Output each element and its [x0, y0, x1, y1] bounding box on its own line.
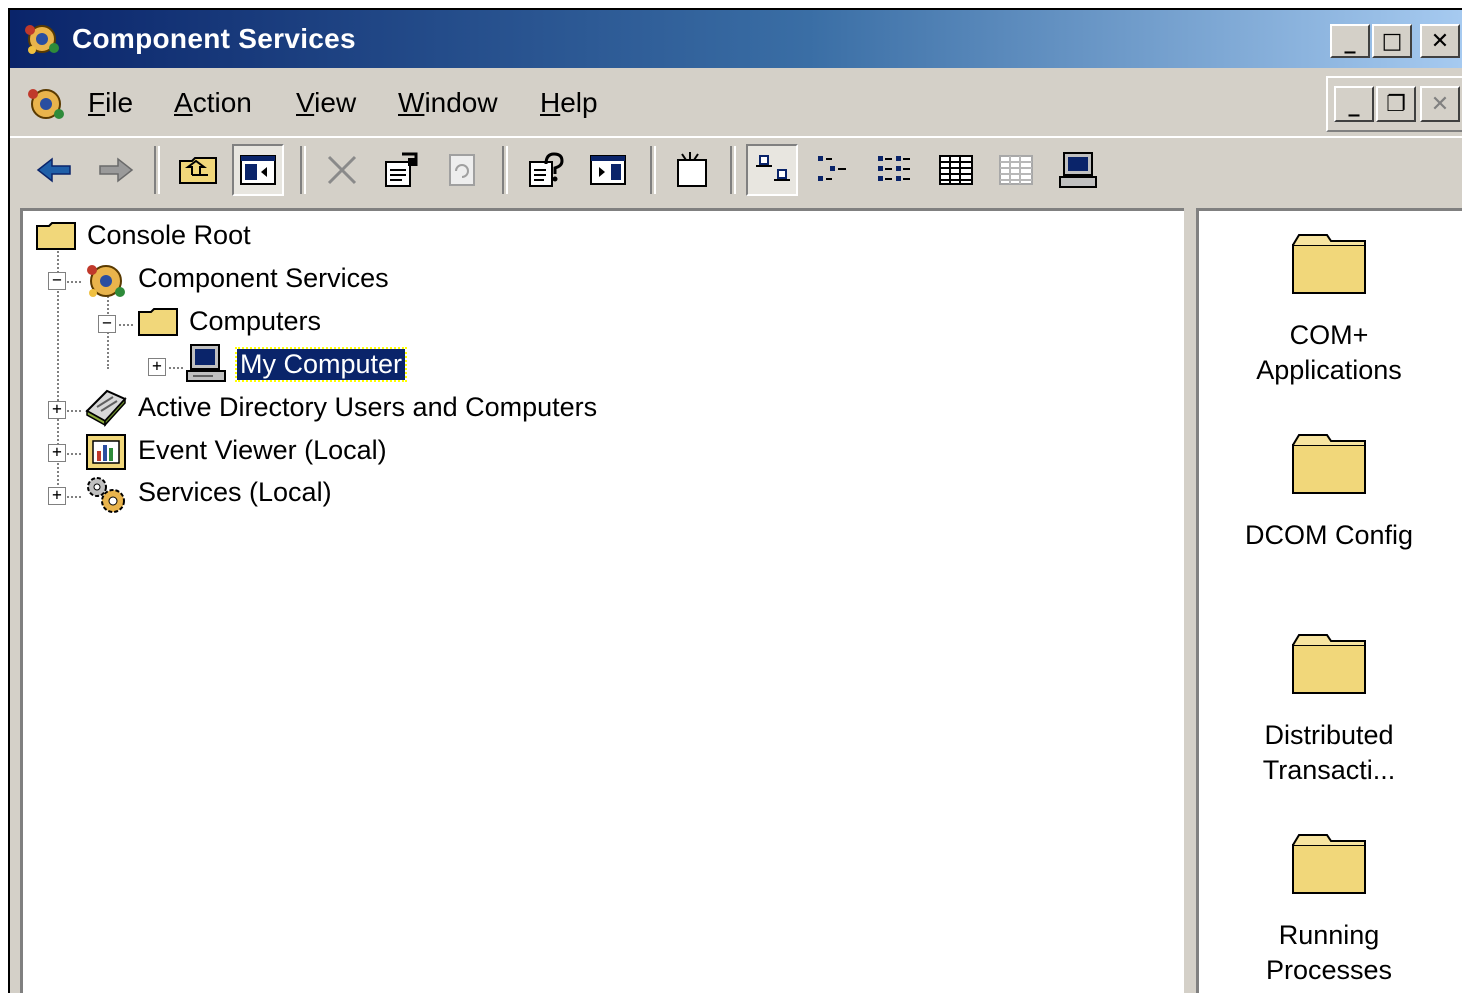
- menu-action[interactable]: Action: [174, 87, 252, 119]
- list-view-icon[interactable]: [868, 144, 920, 196]
- tree-item-my-computer[interactable]: My Computer: [234, 347, 408, 382]
- tree-connector: [169, 367, 183, 369]
- tree-item-event-viewer[interactable]: Event Viewer (Local): [138, 435, 387, 466]
- folder-icon: [1292, 434, 1366, 494]
- toolbar-separator: [650, 146, 656, 194]
- maximize-button[interactable]: □: [1372, 24, 1412, 58]
- expand-toggle[interactable]: +: [148, 358, 166, 376]
- tree-item-computers[interactable]: Computers: [189, 306, 321, 337]
- refresh-icon[interactable]: [436, 144, 488, 196]
- component-services-icon: [22, 20, 62, 65]
- toolbar-separator: [502, 146, 508, 194]
- address-book-icon: [83, 385, 129, 432]
- large-icons-view-icon[interactable]: [746, 144, 798, 196]
- pane-splitter[interactable]: [1184, 208, 1196, 993]
- tree-item-services[interactable]: Services (Local): [138, 477, 332, 508]
- toolbar-separator: [300, 146, 306, 194]
- folder-icon: [35, 221, 77, 256]
- console-document-icon[interactable]: [24, 84, 68, 131]
- tree-pane: Console Root − Component Services − Comp…: [20, 208, 1184, 993]
- toolbar-separator: [154, 146, 160, 194]
- mdi-control-group: _ ❐ ✕: [1326, 76, 1462, 132]
- up-one-level-icon[interactable]: [172, 144, 224, 196]
- menu-view[interactable]: View: [296, 87, 356, 119]
- tree-connector: [67, 496, 81, 498]
- mdi-minimize-button[interactable]: _: [1334, 86, 1374, 122]
- result-item-com-plus-applications[interactable]: COM+ Applications: [1199, 229, 1462, 388]
- event-viewer-icon: [85, 433, 127, 476]
- menu-file[interactable]: File: [88, 87, 133, 119]
- tree-item-active-directory[interactable]: Active Directory Users and Computers: [138, 392, 597, 423]
- menu-help[interactable]: Help: [540, 87, 598, 119]
- services-gears-icon: [83, 473, 129, 520]
- expand-toggle[interactable]: +: [48, 401, 66, 419]
- delete-icon[interactable]: [316, 144, 368, 196]
- tree-item-component-services[interactable]: Component Services: [138, 263, 389, 294]
- result-item-dcom-config[interactable]: DCOM Config: [1199, 429, 1462, 553]
- computer-icon: [183, 343, 229, 390]
- my-computer-icon[interactable]: [1052, 144, 1104, 196]
- collapse-toggle[interactable]: −: [98, 315, 116, 333]
- mdi-close-button[interactable]: ✕: [1420, 86, 1460, 122]
- tree-connector: [67, 281, 81, 283]
- show-hide-tree-icon[interactable]: [232, 144, 284, 196]
- small-icons-view-icon[interactable]: [808, 144, 860, 196]
- folder-icon: [1292, 234, 1366, 294]
- show-hide-action-pane-icon[interactable]: [582, 144, 634, 196]
- toolbar: [10, 136, 1462, 202]
- mdi-restore-button[interactable]: ❐: [1376, 86, 1416, 122]
- help-icon[interactable]: [520, 144, 572, 196]
- expand-toggle[interactable]: +: [48, 487, 66, 505]
- tree-connector: [67, 410, 81, 412]
- back-icon[interactable]: [28, 144, 80, 196]
- collapse-toggle[interactable]: −: [48, 272, 66, 290]
- forward-icon[interactable]: [90, 144, 142, 196]
- toolbar-separator: [730, 146, 736, 194]
- new-window-icon[interactable]: [666, 144, 718, 196]
- folder-icon: [1292, 834, 1366, 894]
- close-button[interactable]: ✕: [1420, 24, 1460, 58]
- folder-icon: [1292, 634, 1366, 694]
- detail-view-icon[interactable]: [930, 144, 982, 196]
- component-services-icon: [83, 259, 129, 308]
- title-bar[interactable]: Component Services _ □ ✕: [10, 10, 1462, 68]
- minimize-button[interactable]: _: [1330, 24, 1370, 58]
- window-title: Component Services: [72, 23, 356, 54]
- tree-item-console-root[interactable]: Console Root: [87, 220, 251, 251]
- tree-connector: [67, 453, 81, 455]
- expand-toggle[interactable]: +: [48, 444, 66, 462]
- folder-icon: [137, 307, 179, 342]
- tree-connector: [119, 324, 133, 326]
- disabled-view-icon[interactable]: [990, 144, 1042, 196]
- menu-window[interactable]: Window: [398, 87, 498, 119]
- properties-icon[interactable]: [376, 144, 428, 196]
- result-item-running-processes[interactable]: Running Processes: [1199, 829, 1462, 988]
- results-pane: COM+ Applications DCOM Config Distribute…: [1196, 208, 1462, 993]
- result-item-distributed-transaction[interactable]: Distributed Transacti...: [1199, 629, 1462, 788]
- menu-bar: File Action View Window Help _ ❐ ✕: [10, 72, 1462, 134]
